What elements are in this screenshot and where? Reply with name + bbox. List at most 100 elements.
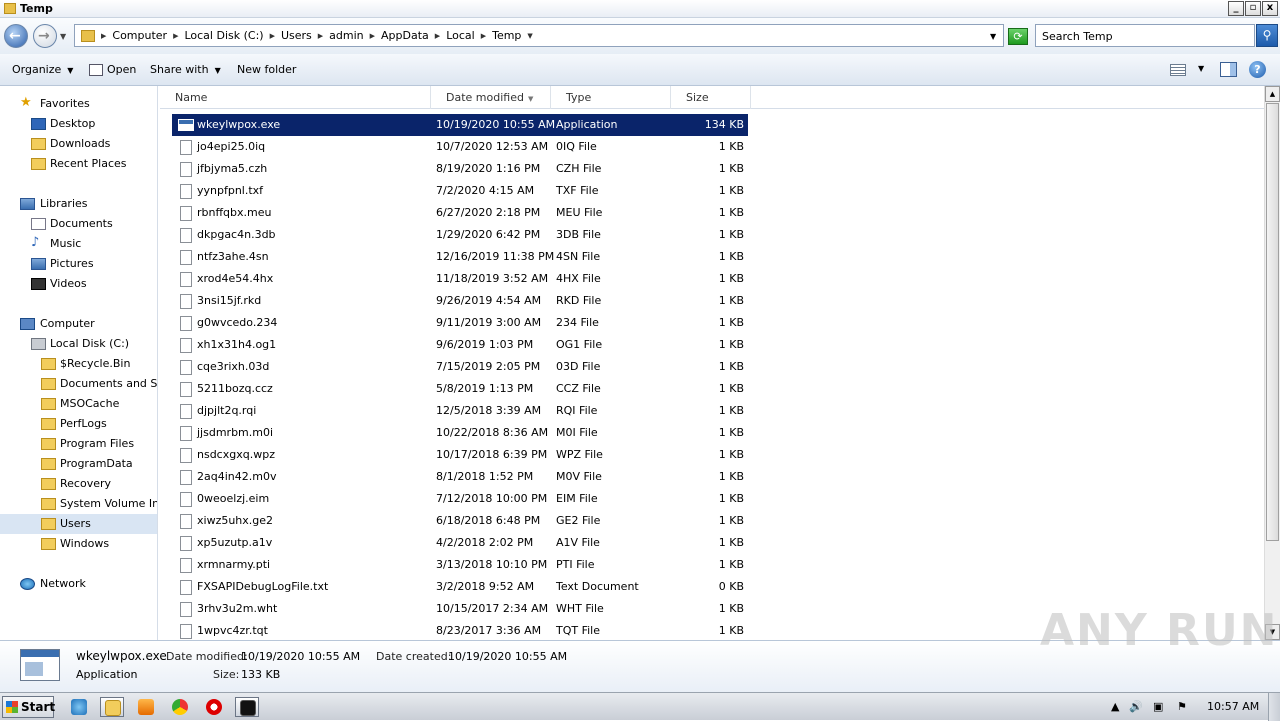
nav-libraries[interactable]: Libraries <box>0 194 157 214</box>
preview-pane-icon[interactable] <box>1220 62 1237 77</box>
file-row[interactable]: xh1x31h4.og1 9/6/2019 1:03 PM OG1 File 1 KB <box>172 334 748 356</box>
nav-folder-program-files[interactable]: Program Files <box>0 434 157 454</box>
back-button[interactable]: ← <box>4 24 28 48</box>
start-button[interactable]: Start <box>2 696 55 718</box>
vertical-scrollbar[interactable]: ▲ ▼ <box>1264 86 1280 640</box>
taskbar-chrome[interactable] <box>168 697 192 717</box>
file-row[interactable]: nsdcxgxq.wpz 10/17/2018 6:39 PM WPZ File 1 … <box>172 444 748 466</box>
file-row[interactable]: djpjlt2q.rqi 12/5/2018 3:39 AM RQI File 1 K… <box>172 400 748 422</box>
nav-folder-windows[interactable]: Windows <box>0 534 157 554</box>
file-row[interactable]: 1wpvc4zr.tqt 8/23/2017 3:36 AM TQT File 1 K… <box>172 620 748 640</box>
file-row[interactable]: rbnffqbx.meu 6/27/2020 2:18 PM MEU File 1 K… <box>172 202 748 224</box>
file-row[interactable]: jfbjyma5.czh 8/19/2020 1:16 PM CZH File 1 K… <box>172 158 748 180</box>
organize-button[interactable]: Organize ▼ <box>12 63 73 76</box>
help-icon[interactable]: ? <box>1249 61 1266 78</box>
crumb-appdata[interactable]: AppData <box>381 29 429 42</box>
search-button[interactable]: ⚲ <box>1256 24 1278 47</box>
chevron-right-icon[interactable]: ▶ <box>270 32 275 40</box>
crumb-admin[interactable]: admin <box>329 29 363 42</box>
show-desktop-button[interactable] <box>1268 693 1280 721</box>
nav-folder-users[interactable]: Users <box>0 514 157 534</box>
nav-computer[interactable]: Computer <box>0 314 157 334</box>
share-with-button[interactable]: Share with ▼ <box>150 63 221 76</box>
refresh-button[interactable]: ⟳ <box>1008 28 1028 45</box>
forward-button[interactable]: → <box>33 24 57 48</box>
address-dropdown[interactable]: ▼ <box>990 32 996 41</box>
taskbar-opera[interactable] <box>202 697 226 717</box>
chevron-right-icon[interactable]: ▶ <box>435 32 440 40</box>
nav-desktop[interactable]: Desktop <box>0 114 157 134</box>
file-row[interactable]: xp5uzutp.a1v 4/2/2018 2:02 PM A1V File 1 KB <box>172 532 748 554</box>
volume-icon[interactable]: 🔊 <box>1129 700 1143 713</box>
taskbar-explorer[interactable] <box>100 697 124 717</box>
nav-folder-recycle-bin[interactable]: $Recycle.Bin <box>0 354 157 374</box>
file-row[interactable]: wkeylwpox.exe 10/19/2020 10:55 AM Applicat… <box>172 114 748 136</box>
crumb-local[interactable]: Local <box>446 29 475 42</box>
column-name[interactable]: Name <box>160 86 431 109</box>
file-row[interactable]: g0wvcedo.234 9/11/2019 3:00 AM 234 File 1 K… <box>172 312 748 334</box>
action-center-flag-icon[interactable]: ⚑ <box>1177 700 1187 713</box>
chevron-right-icon[interactable]: ▶ <box>101 32 106 40</box>
taskbar-media-player[interactable] <box>134 697 158 717</box>
crumb-computer[interactable]: Computer <box>112 29 167 42</box>
column-type[interactable]: Type <box>551 86 671 109</box>
file-row[interactable]: jo4epi25.0iq 10/7/2020 12:53 AM 0IQ File 1 … <box>172 136 748 158</box>
scroll-thumb[interactable] <box>1266 103 1279 541</box>
crumb-users[interactable]: Users <box>281 29 312 42</box>
view-dropdown[interactable]: ▼ <box>1198 64 1204 73</box>
nav-folder-documents-and-settings[interactable]: Documents and Settings <box>0 374 157 394</box>
nav-folder-msocache[interactable]: MSOCache <box>0 394 157 414</box>
file-row[interactable]: xrod4e54.4hx 11/18/2019 3:52 AM 4HX File 1 … <box>172 268 748 290</box>
file-row[interactable]: xrmnarmy.pti 3/13/2018 10:10 PM PTI File 1 … <box>172 554 748 576</box>
recent-pages-dropdown[interactable]: ▼ <box>60 32 66 41</box>
nav-music[interactable]: ♪ Music <box>0 234 157 254</box>
chevron-right-icon[interactable]: ▶ <box>370 32 375 40</box>
minimize-button[interactable]: _ <box>1228 1 1244 16</box>
nav-downloads[interactable]: Downloads <box>0 134 157 154</box>
nav-folder-system-volume-information[interactable]: System Volume Information <box>0 494 157 514</box>
address-bar[interactable]: ▶ Computer ▶ Local Disk (C:) ▶ Users ▶ admi… <box>74 24 1004 47</box>
show-hidden-icons[interactable]: ▲ <box>1111 700 1119 713</box>
clock[interactable]: 10:57 AM <box>1207 700 1259 713</box>
new-folder-button[interactable]: New folder <box>237 63 296 76</box>
file-row[interactable]: 5211bozq.ccz 5/8/2019 1:13 PM CCZ File 1 KB <box>172 378 748 400</box>
nav-documents[interactable]: Documents <box>0 214 157 234</box>
nav-network[interactable]: Network <box>0 574 157 594</box>
search-input[interactable]: Search Temp <box>1035 24 1255 47</box>
nav-recent-places[interactable]: Recent Places <box>0 154 157 174</box>
file-row[interactable]: yynpfpnl.txf 7/2/2020 4:15 AM TXF File 1 KB <box>172 180 748 202</box>
maximize-button[interactable]: ▫ <box>1245 1 1261 16</box>
chevron-down-icon[interactable]: ▼ <box>527 32 532 40</box>
scroll-up-button[interactable]: ▲ <box>1265 86 1280 102</box>
chevron-right-icon[interactable]: ▶ <box>481 32 486 40</box>
file-row[interactable]: 2aq4in42.m0v 8/1/2018 1:52 PM M0V File 1 KB <box>172 466 748 488</box>
file-row[interactable]: 3nsi15jf.rkd 9/26/2019 4:54 AM RKD File 1 K… <box>172 290 748 312</box>
nav-local-disk[interactable]: Local Disk (C:) <box>0 334 157 354</box>
file-row[interactable]: xiwz5uhx.ge2 6/18/2018 6:48 PM GE2 File 1 K… <box>172 510 748 532</box>
open-button[interactable]: Open <box>89 63 136 76</box>
nav-folder-perflogs[interactable]: PerfLogs <box>0 414 157 434</box>
file-row[interactable]: FXSAPIDebugLogFile.txt 3/2/2018 9:52 AM Te… <box>172 576 748 598</box>
file-row[interactable]: 3rhv3u2m.wht 10/15/2017 2:34 AM WHT File 1 … <box>172 598 748 620</box>
chevron-right-icon[interactable]: ▶ <box>173 32 178 40</box>
taskbar-ie[interactable] <box>67 697 91 717</box>
crumb-temp[interactable]: Temp <box>492 29 521 42</box>
crumb-local-disk[interactable]: Local Disk (C:) <box>184 29 263 42</box>
column-size[interactable]: Size <box>671 86 751 109</box>
nav-folder-programdata[interactable]: ProgramData <box>0 454 157 474</box>
view-details-icon[interactable] <box>1170 64 1186 76</box>
taskbar-cmd[interactable] <box>235 697 259 717</box>
column-date-modified[interactable]: Date modified ▼ <box>431 86 551 109</box>
file-row[interactable]: 0weoelzj.eim 7/12/2018 10:00 PM EIM File 1 … <box>172 488 748 510</box>
file-row[interactable]: jjsdmrbm.m0i 10/22/2018 8:36 AM M0I File 1 … <box>172 422 748 444</box>
nav-favorites[interactable]: ★ Favorites <box>0 94 157 114</box>
close-button[interactable]: x <box>1262 1 1278 16</box>
file-row[interactable]: cqe3rixh.03d 7/15/2019 2:05 PM 03D File 1 K… <box>172 356 748 378</box>
nav-folder-recovery[interactable]: Recovery <box>0 474 157 494</box>
nav-pictures[interactable]: Pictures <box>0 254 157 274</box>
nav-videos[interactable]: Videos <box>0 274 157 294</box>
chevron-right-icon[interactable]: ▶ <box>318 32 323 40</box>
file-row[interactable]: dkpgac4n.3db 1/29/2020 6:42 PM 3DB File 1 K… <box>172 224 748 246</box>
file-row[interactable]: ntfz3ahe.4sn 12/16/2019 11:38 PM 4SN File 1… <box>172 246 748 268</box>
network-tray-icon[interactable]: ▣ <box>1153 700 1163 713</box>
